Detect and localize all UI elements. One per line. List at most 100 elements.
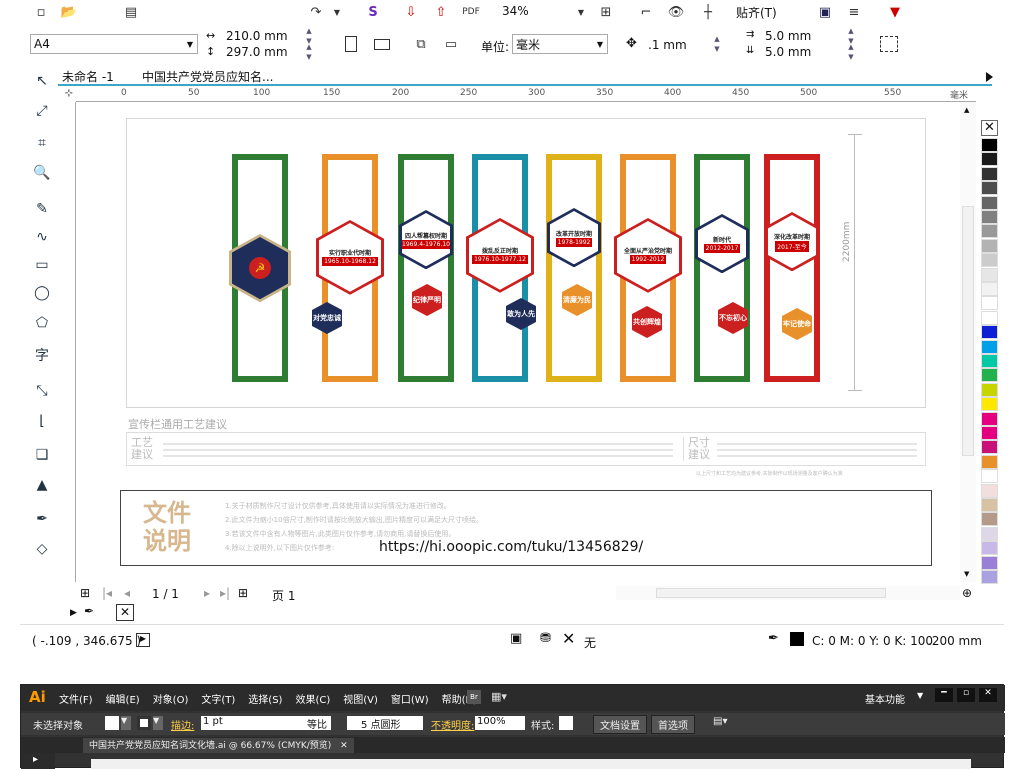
color-swatch[interactable] bbox=[981, 498, 998, 512]
ellipse-tool-icon[interactable]: ◯ bbox=[30, 280, 54, 306]
status-menu-icon[interactable]: ▶ bbox=[136, 633, 150, 647]
nudge-stepper[interactable]: ▲ ▼ bbox=[712, 34, 722, 54]
interactive-fill-tool-icon[interactable]: ◇ bbox=[30, 536, 54, 562]
ai-menu-item[interactable]: 视图(V) bbox=[343, 695, 378, 706]
export-icon[interactable]: ⇧ bbox=[430, 2, 452, 22]
dup-y-stepper[interactable]: ▲ ▼ bbox=[846, 42, 856, 62]
treat-as-filled-icon[interactable] bbox=[880, 36, 898, 52]
color-swatch[interactable] bbox=[981, 426, 998, 440]
ai-menu-item[interactable]: 编辑(E) bbox=[106, 695, 140, 706]
navigator-icon[interactable]: ⊕ bbox=[962, 586, 972, 600]
color-swatch[interactable] bbox=[981, 238, 998, 253]
outline-color-swatch[interactable] bbox=[790, 632, 804, 646]
document-setup-button[interactable]: 文档设置 bbox=[593, 715, 647, 734]
add-page-icon[interactable]: ⊞ bbox=[80, 586, 90, 600]
new-icon[interactable]: ▫ bbox=[30, 2, 52, 22]
dropdown-arrow-icon[interactable]: ▼ bbox=[326, 2, 348, 22]
color-swatch[interactable] bbox=[981, 382, 998, 397]
close-button[interactable]: ✕ bbox=[979, 688, 997, 702]
stroke-swatch[interactable] bbox=[137, 716, 151, 730]
page-width-field[interactable]: 210.0 mm bbox=[226, 29, 288, 43]
vertical-ruler[interactable] bbox=[62, 102, 76, 582]
no-fill-swatch[interactable]: ✕ bbox=[116, 604, 134, 621]
ai-selection-tool-icon[interactable]: ▸ bbox=[33, 754, 38, 765]
bridge-icon[interactable]: Br bbox=[467, 690, 481, 704]
full-screen-icon[interactable]: ⊞ bbox=[595, 2, 617, 22]
arrange-docs-icon[interactable]: ▦▾ bbox=[491, 690, 507, 703]
color-swatch[interactable] bbox=[981, 210, 998, 224]
unit-select[interactable]: 毫米 ▼ bbox=[512, 34, 608, 54]
no-color-swatch[interactable]: ✕ bbox=[981, 120, 998, 136]
color-swatch[interactable] bbox=[981, 454, 998, 469]
landscape-icon[interactable] bbox=[374, 39, 390, 50]
zoom-tool-icon[interactable]: 🔍 bbox=[30, 160, 54, 186]
freehand-tool-icon[interactable]: ✎ bbox=[30, 196, 54, 222]
zoom-dropdown-icon[interactable]: ▼ bbox=[570, 2, 592, 22]
color-swatch[interactable] bbox=[981, 570, 998, 584]
tabs-scroll-right-icon[interactable] bbox=[986, 72, 993, 82]
color-swatch[interactable] bbox=[981, 339, 998, 354]
eyedropper-tool-icon[interactable]: ✒ bbox=[30, 506, 54, 532]
duplicate-x-field[interactable]: 5.0 mm bbox=[765, 29, 811, 43]
options-icon[interactable]: ▣ bbox=[814, 2, 836, 22]
h-scrollbar-thumb[interactable] bbox=[656, 588, 886, 598]
first-page-icon[interactable]: |◂ bbox=[102, 586, 112, 600]
opacity-label[interactable]: 不透明度: bbox=[431, 717, 474, 732]
scrollbar-thumb[interactable] bbox=[962, 206, 974, 456]
align-icon[interactable]: ≡ bbox=[843, 2, 865, 22]
close-tab-icon[interactable]: ✕ bbox=[340, 741, 348, 751]
current-page-icon[interactable]: ▭ bbox=[440, 34, 462, 54]
drawing-canvas[interactable]: 2200mm 宣传栏通用工艺建议 工艺 建议 尺寸 建议 以上尺寸和工艺均为建议… bbox=[76, 102, 960, 582]
app-launcher-icon[interactable]: S bbox=[362, 2, 384, 22]
add-page-after-icon[interactable]: ⊞ bbox=[238, 586, 248, 600]
vertical-scrollbar[interactable]: ▲ ▼ bbox=[960, 102, 976, 582]
color-swatch[interactable] bbox=[981, 296, 998, 311]
scroll-down-icon[interactable]: ▼ bbox=[964, 570, 969, 578]
palette-arrow-icon[interactable]: ▶ bbox=[70, 608, 77, 618]
color-swatch[interactable] bbox=[981, 411, 998, 426]
opacity-field[interactable]: 100% bbox=[475, 716, 525, 730]
page-size-select[interactable]: A4 ▼ bbox=[30, 34, 198, 54]
ai-menu-item[interactable]: 窗口(W) bbox=[391, 695, 429, 706]
workspace-chevron-icon[interactable]: ▼ bbox=[917, 691, 923, 700]
tab-untitled[interactable]: 未命名 -1 bbox=[62, 68, 114, 85]
page-height-field[interactable]: 297.0 mm bbox=[226, 45, 288, 59]
workspace-switcher[interactable]: 基本功能 bbox=[865, 691, 905, 706]
color-swatch[interactable] bbox=[981, 224, 998, 239]
color-swatch[interactable] bbox=[981, 138, 998, 152]
color-swatch[interactable] bbox=[981, 555, 998, 570]
rulers-icon[interactable]: ⌐ bbox=[635, 2, 657, 22]
horizontal-scrollbar[interactable] bbox=[616, 586, 960, 600]
shape-tool-icon[interactable]: ⤢ bbox=[30, 98, 54, 124]
snap-to-menu[interactable]: 贴齐(T) bbox=[736, 4, 796, 21]
preferences-button[interactable]: 首选项 bbox=[651, 715, 695, 734]
drop-shadow-tool-icon[interactable]: ❏ bbox=[30, 442, 54, 468]
color-swatch[interactable] bbox=[981, 512, 998, 527]
color-swatch[interactable] bbox=[981, 368, 998, 383]
color-swatch[interactable] bbox=[981, 440, 998, 455]
import-icon[interactable]: ⇩ bbox=[400, 2, 422, 22]
artistic-media-tool-icon[interactable]: ∿ bbox=[30, 224, 54, 250]
scroll-up-icon[interactable]: ▲ bbox=[964, 106, 969, 114]
ai-doc-tab[interactable]: 中国共产党党员应知名词文化墙.ai @ 66.67% (CMYK/预览) ✕ bbox=[83, 738, 354, 753]
text-tool-icon[interactable]: 字 bbox=[30, 342, 54, 368]
color-swatch[interactable] bbox=[981, 166, 998, 181]
color-swatch[interactable] bbox=[981, 541, 998, 556]
color-swatch[interactable] bbox=[981, 253, 998, 268]
publish-pdf-icon[interactable]: PDF bbox=[460, 2, 482, 22]
ai-menu-item[interactable]: 对象(O) bbox=[153, 695, 189, 706]
launch-icon[interactable]: ▼ bbox=[884, 2, 906, 22]
color-swatch[interactable] bbox=[981, 483, 998, 498]
minimize-button[interactable]: ━ bbox=[935, 688, 953, 702]
all-pages-icon[interactable]: ⧉ bbox=[410, 34, 432, 54]
tab-current-doc[interactable]: 中国共产党党员应知名... bbox=[142, 68, 273, 85]
stroke-dropdown-icon[interactable]: ▼ bbox=[153, 716, 163, 730]
crop-tool-icon[interactable]: ⌗ bbox=[30, 130, 54, 156]
ai-menu-item[interactable]: 文件(F) bbox=[59, 695, 93, 706]
print-icon[interactable]: ▤ bbox=[120, 2, 142, 22]
zoom-level[interactable]: 34% bbox=[502, 4, 562, 18]
style-swatch[interactable] bbox=[559, 716, 573, 730]
line-style-field[interactable]: 等比 bbox=[259, 716, 331, 731]
color-swatch[interactable] bbox=[981, 181, 998, 196]
horizontal-ruler[interactable]: 0 50 100 150 200 250 300 350 400 450 500… bbox=[76, 88, 976, 102]
